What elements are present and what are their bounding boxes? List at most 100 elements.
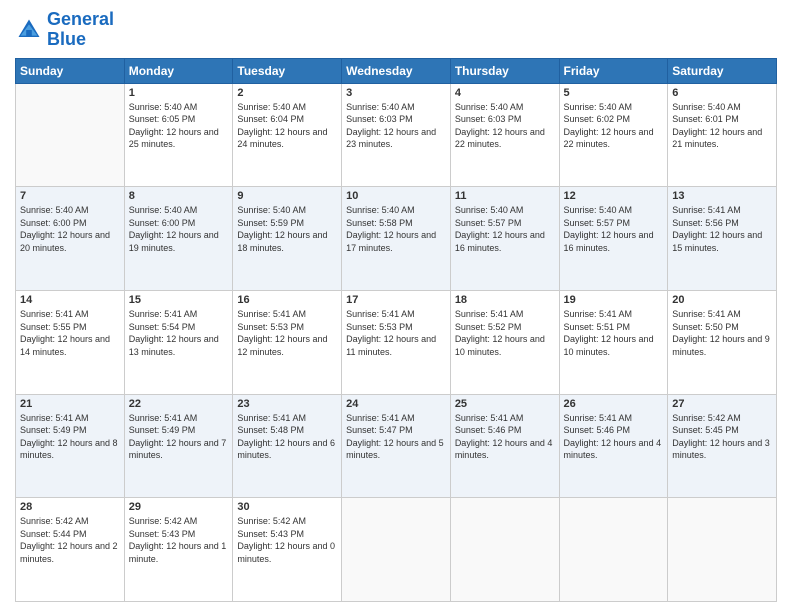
day-number: 27	[672, 398, 772, 410]
day-number: 4	[455, 87, 555, 99]
calendar-cell: 17Sunrise: 5:41 AMSunset: 5:53 PMDayligh…	[342, 290, 451, 394]
day-info: Sunrise: 5:41 AMSunset: 5:46 PMDaylight:…	[564, 412, 664, 462]
day-number: 26	[564, 398, 664, 410]
day-number: 9	[237, 190, 337, 202]
day-info: Sunrise: 5:41 AMSunset: 5:48 PMDaylight:…	[237, 412, 337, 462]
header: General Blue	[15, 10, 777, 50]
day-number: 20	[672, 294, 772, 306]
calendar-cell: 3 Sunrise: 5:40 AMSunset: 6:03 PMDaylight…	[342, 83, 451, 187]
day-info: Sunrise: 5:40 AMSunset: 6:04 PMDaylight:…	[237, 101, 337, 151]
calendar-week-5: 28Sunrise: 5:42 AMSunset: 5:44 PMDayligh…	[16, 498, 777, 602]
calendar-week-1: 1Sunrise: 5:40 AMSunset: 6:05 PMDaylight…	[16, 83, 777, 187]
day-info: Sunrise: 5:40 AMSunset: 6:00 PMDaylight:…	[20, 204, 120, 254]
day-header-wednesday: Wednesday	[342, 58, 451, 83]
day-number: 25	[455, 398, 555, 410]
day-info: Sunrise: 5:41 AMSunset: 5:56 PMDaylight:…	[672, 204, 772, 254]
day-number: 28	[20, 501, 120, 513]
day-info: Sunrise: 5:42 AMSunset: 5:43 PMDaylight:…	[237, 515, 337, 565]
calendar-table: SundayMondayTuesdayWednesdayThursdayFrid…	[15, 58, 777, 602]
day-number: 8	[129, 190, 229, 202]
day-info: Sunrise: 5:41 AMSunset: 5:47 PMDaylight:…	[346, 412, 446, 462]
calendar-week-3: 14 Sunrise: 5:41 AMSunset: 5:55 PMDayligh…	[16, 290, 777, 394]
calendar-header-row: SundayMondayTuesdayWednesdayThursdayFrid…	[16, 58, 777, 83]
day-number: 11	[455, 190, 555, 202]
day-number: 6	[672, 87, 772, 99]
logo-general: General	[47, 9, 114, 29]
day-number: 14	[20, 294, 120, 306]
day-info: Sunrise: 5:41 AMSunset: 5:49 PMDaylight:…	[129, 412, 229, 462]
day-number: 10	[346, 190, 446, 202]
calendar-week-4: 21Sunrise: 5:41 AMSunset: 5:49 PMDayligh…	[16, 394, 777, 498]
day-header-saturday: Saturday	[668, 58, 777, 83]
calendar-cell	[342, 498, 451, 602]
calendar-cell: 21Sunrise: 5:41 AMSunset: 5:49 PMDayligh…	[16, 394, 125, 498]
day-number: 7	[20, 190, 120, 202]
day-number: 30	[237, 501, 337, 513]
logo-text: General Blue	[47, 10, 114, 50]
day-info: Sunrise: 5:40 AMSunset: 6:02 PMDaylight:…	[564, 101, 664, 151]
day-info: Sunrise: 5:40 AMSunset: 5:58 PMDaylight:…	[346, 204, 446, 254]
calendar-week-2: 7 Sunrise: 5:40 AMSunset: 6:00 PMDaylight…	[16, 187, 777, 291]
calendar-cell: 19Sunrise: 5:41 AMSunset: 5:51 PMDayligh…	[559, 290, 668, 394]
day-info: Sunrise: 5:41 AMSunset: 5:55 PMDaylight:…	[20, 308, 120, 358]
day-info: Sunrise: 5:41 AMSunset: 5:53 PMDaylight:…	[237, 308, 337, 358]
day-number: 2	[237, 87, 337, 99]
calendar-cell: 11 Sunrise: 5:40 AMSunset: 5:57 PMDayligh…	[450, 187, 559, 291]
day-number: 22	[129, 398, 229, 410]
calendar-cell: 4 Sunrise: 5:40 AMSunset: 6:03 PMDaylight…	[450, 83, 559, 187]
calendar-cell: 18 Sunrise: 5:41 AMSunset: 5:52 PMDayligh…	[450, 290, 559, 394]
page: General Blue SundayMondayTuesdayWednesda…	[0, 0, 792, 612]
day-header-sunday: Sunday	[16, 58, 125, 83]
calendar-cell: 8Sunrise: 5:40 AMSunset: 6:00 PMDaylight…	[124, 187, 233, 291]
calendar-cell: 29Sunrise: 5:42 AMSunset: 5:43 PMDayligh…	[124, 498, 233, 602]
day-info: Sunrise: 5:40 AMSunset: 5:57 PMDaylight:…	[564, 204, 664, 254]
day-info: Sunrise: 5:41 AMSunset: 5:50 PMDaylight:…	[672, 308, 772, 358]
day-info: Sunrise: 5:42 AMSunset: 5:45 PMDaylight:…	[672, 412, 772, 462]
day-info: Sunrise: 5:40 AMSunset: 6:01 PMDaylight:…	[672, 101, 772, 151]
day-header-thursday: Thursday	[450, 58, 559, 83]
calendar-cell: 15Sunrise: 5:41 AMSunset: 5:54 PMDayligh…	[124, 290, 233, 394]
day-number: 18	[455, 294, 555, 306]
day-info: Sunrise: 5:40 AMSunset: 6:03 PMDaylight:…	[455, 101, 555, 151]
day-number: 23	[237, 398, 337, 410]
logo-icon	[15, 16, 43, 44]
day-header-tuesday: Tuesday	[233, 58, 342, 83]
day-number: 15	[129, 294, 229, 306]
calendar-cell: 30 Sunrise: 5:42 AMSunset: 5:43 PMDayligh…	[233, 498, 342, 602]
day-number: 16	[237, 294, 337, 306]
day-number: 19	[564, 294, 664, 306]
calendar-cell: 20 Sunrise: 5:41 AMSunset: 5:50 PMDayligh…	[668, 290, 777, 394]
calendar-cell: 25 Sunrise: 5:41 AMSunset: 5:46 PMDayligh…	[450, 394, 559, 498]
day-header-friday: Friday	[559, 58, 668, 83]
calendar-cell: 13 Sunrise: 5:41 AMSunset: 5:56 PMDayligh…	[668, 187, 777, 291]
day-number: 17	[346, 294, 446, 306]
calendar-cell: 5Sunrise: 5:40 AMSunset: 6:02 PMDaylight…	[559, 83, 668, 187]
day-number: 3	[346, 87, 446, 99]
logo-blue: Blue	[47, 29, 86, 49]
calendar-cell: 14 Sunrise: 5:41 AMSunset: 5:55 PMDayligh…	[16, 290, 125, 394]
day-info: Sunrise: 5:40 AMSunset: 5:59 PMDaylight:…	[237, 204, 337, 254]
day-info: Sunrise: 5:42 AMSunset: 5:43 PMDaylight:…	[129, 515, 229, 565]
day-info: Sunrise: 5:40 AMSunset: 6:03 PMDaylight:…	[346, 101, 446, 151]
day-info: Sunrise: 5:41 AMSunset: 5:49 PMDaylight:…	[20, 412, 120, 462]
day-number: 1	[129, 87, 229, 99]
calendar-cell: 16 Sunrise: 5:41 AMSunset: 5:53 PMDayligh…	[233, 290, 342, 394]
calendar-cell: 10 Sunrise: 5:40 AMSunset: 5:58 PMDayligh…	[342, 187, 451, 291]
calendar-cell: 23 Sunrise: 5:41 AMSunset: 5:48 PMDayligh…	[233, 394, 342, 498]
calendar-cell: 6 Sunrise: 5:40 AMSunset: 6:01 PMDaylight…	[668, 83, 777, 187]
calendar-cell: 2 Sunrise: 5:40 AMSunset: 6:04 PMDaylight…	[233, 83, 342, 187]
day-number: 12	[564, 190, 664, 202]
calendar-cell: 1Sunrise: 5:40 AMSunset: 6:05 PMDaylight…	[124, 83, 233, 187]
day-number: 24	[346, 398, 446, 410]
calendar-cell: 28Sunrise: 5:42 AMSunset: 5:44 PMDayligh…	[16, 498, 125, 602]
day-number: 13	[672, 190, 772, 202]
calendar-cell	[450, 498, 559, 602]
calendar-cell: 22 Sunrise: 5:41 AMSunset: 5:49 PMDayligh…	[124, 394, 233, 498]
day-info: Sunrise: 5:41 AMSunset: 5:52 PMDaylight:…	[455, 308, 555, 358]
calendar-cell	[16, 83, 125, 187]
day-header-monday: Monday	[124, 58, 233, 83]
calendar-cell: 12 Sunrise: 5:40 AMSunset: 5:57 PMDayligh…	[559, 187, 668, 291]
day-info: Sunrise: 5:40 AMSunset: 5:57 PMDaylight:…	[455, 204, 555, 254]
day-info: Sunrise: 5:41 AMSunset: 5:46 PMDaylight:…	[455, 412, 555, 462]
calendar-cell	[559, 498, 668, 602]
